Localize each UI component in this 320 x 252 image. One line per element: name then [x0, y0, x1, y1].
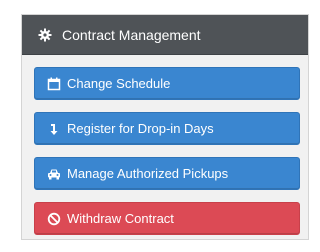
calendar-icon	[47, 77, 61, 91]
gear-icon	[38, 28, 52, 42]
panel-body: Change Schedule Register for Drop-in Day…	[22, 55, 308, 235]
withdraw-contract-label: Withdraw Contract	[67, 211, 174, 226]
register-drop-in-label: Register for Drop-in Days	[67, 121, 214, 136]
register-drop-in-button[interactable]: Register for Drop-in Days	[34, 112, 300, 145]
manage-pickups-label: Manage Authorized Pickups	[67, 166, 229, 181]
panel-title: Contract Management	[62, 26, 201, 43]
ban-icon	[47, 212, 61, 226]
change-schedule-label: Change Schedule	[67, 76, 171, 91]
manage-pickups-button[interactable]: Manage Authorized Pickups	[34, 157, 300, 190]
arrow-down-icon	[47, 122, 61, 136]
car-icon	[47, 167, 61, 181]
contract-management-panel: Contract Management Change Schedule Regi…	[21, 14, 309, 240]
withdraw-contract-button[interactable]: Withdraw Contract	[34, 202, 300, 235]
panel-header: Contract Management	[22, 15, 308, 55]
change-schedule-button[interactable]: Change Schedule	[34, 67, 300, 100]
